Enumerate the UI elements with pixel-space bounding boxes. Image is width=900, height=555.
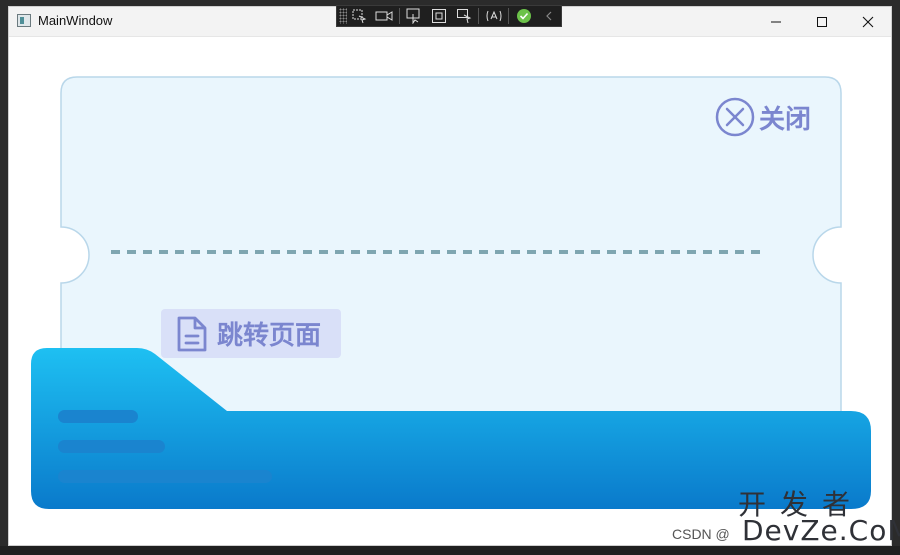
watermark-credit: CSDN @ (672, 526, 730, 542)
app-icon (17, 14, 31, 27)
track-focus-button[interactable] (451, 6, 476, 26)
close-icon (862, 16, 874, 28)
background-taskbar (0, 546, 900, 555)
minimize-icon (771, 21, 781, 23)
xaml-debug-toolbar (336, 5, 562, 27)
hot-reload-button[interactable] (481, 6, 506, 26)
jump-page-label: 跳转页面 (217, 321, 322, 351)
maximize-icon (817, 17, 827, 27)
track-focus-icon (456, 9, 472, 24)
adorner-icon (431, 9, 446, 23)
pointer-button[interactable] (402, 6, 427, 26)
record-button[interactable] (372, 6, 397, 26)
close-button-label: 关闭 (759, 104, 812, 135)
maximize-button[interactable] (799, 7, 845, 37)
record-icon (375, 11, 393, 21)
pointer-icon (406, 8, 420, 24)
collapse-chevron-icon (545, 11, 551, 21)
document-icon (177, 316, 207, 351)
watermark-brand: DevZe.CoM (742, 514, 900, 547)
close-window-button[interactable] (845, 7, 891, 37)
window-title: MainWindow (38, 13, 113, 28)
jump-page-button[interactable]: 跳转页面 (161, 309, 341, 358)
close-button[interactable]: 关闭 (715, 97, 811, 137)
hot-reload-icon (486, 10, 502, 22)
select-element-button[interactable] (347, 6, 372, 26)
client-area: 关闭 跳转页面 (9, 37, 891, 547)
main-window: MainWindow 关闭 跳转页面 (8, 6, 892, 546)
close-circle-icon (715, 97, 755, 137)
adorner-button[interactable] (426, 6, 451, 26)
check-icon (516, 9, 531, 23)
toolbar-grip[interactable] (339, 8, 347, 24)
select-element-icon (352, 9, 367, 24)
collapse-toolbar-button[interactable] (536, 6, 561, 26)
minimize-button[interactable] (753, 7, 799, 37)
status-indicator (511, 6, 536, 26)
